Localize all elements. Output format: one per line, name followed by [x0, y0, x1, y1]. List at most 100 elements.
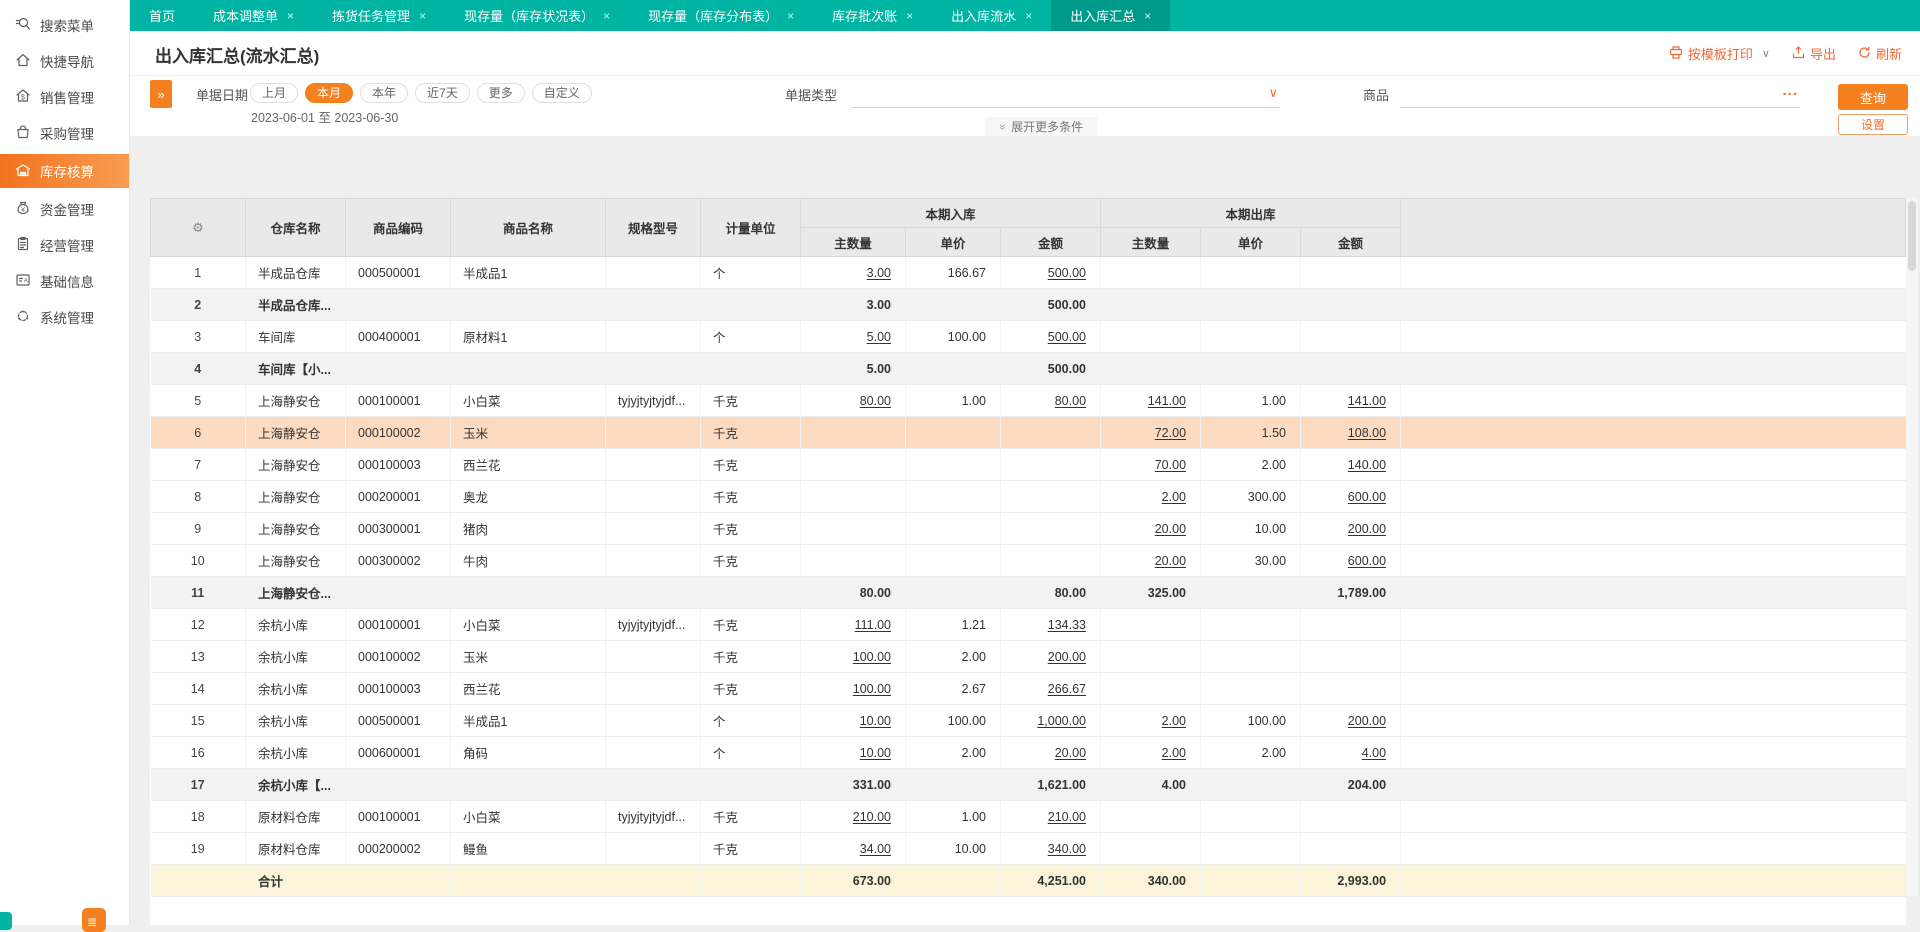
action-3[interactable]: 刷新 [1858, 44, 1902, 63]
cell-out-amt[interactable]: 141.00 [1301, 385, 1401, 417]
cell-in-qty[interactable]: 34.00 [801, 833, 906, 865]
col-unit[interactable]: 计量单位 [701, 199, 801, 257]
cell-out-amt[interactable]: 600.00 [1301, 481, 1401, 513]
col-in-price[interactable]: 单价 [906, 228, 1001, 257]
tab-close-icon[interactable]: × [1144, 9, 1151, 23]
cell-out-amt[interactable]: 600.00 [1301, 545, 1401, 577]
floating-teal-widget[interactable] [0, 912, 12, 930]
sidebar-item-8[interactable]: A基础信息 [0, 266, 129, 296]
table-row[interactable]: 10上海静安仓000300002牛肉千克20.0030.00600.00 [151, 545, 1906, 577]
sidebar-item-2[interactable]: 快捷导航 [0, 46, 129, 76]
table-row[interactable]: 合计673.004,251.00340.002,993.00 [151, 865, 1906, 897]
cell-out-qty[interactable]: 20.00 [1101, 545, 1201, 577]
expand-more-conditions[interactable]: » 展开更多条件 [985, 117, 1097, 136]
tab-close-icon[interactable]: × [906, 9, 913, 23]
tab-close-icon[interactable]: × [287, 9, 294, 23]
tab-7[interactable]: 出入库流水× [932, 0, 1051, 31]
tab-5[interactable]: 现存量（库存分布表）× [629, 0, 813, 31]
product-input[interactable]: ... [1400, 78, 1800, 108]
table-row[interactable]: 11上海静安仓...80.0080.00325.001,789.00 [151, 577, 1906, 609]
table-row[interactable]: 7上海静安仓000100003西兰花千克70.002.00140.00 [151, 449, 1906, 481]
cell-in-qty[interactable]: 3.00 [801, 257, 906, 289]
cell-in-amt[interactable]: 80.00 [1001, 385, 1101, 417]
cell-in-amt[interactable]: 1,000.00 [1001, 705, 1101, 737]
cell-in-qty[interactable]: 10.00 [801, 705, 906, 737]
cell-in-amt[interactable]: 500.00 [1001, 257, 1101, 289]
tab-8[interactable]: 出入库汇总× [1051, 0, 1170, 31]
tab-close-icon[interactable]: × [419, 9, 426, 23]
table-row[interactable]: 18原材料仓库000100001小白菜tyjyjtyjtyjdf...千克210… [151, 801, 1906, 833]
table-row[interactable]: 9上海静安仓000300001猪肉千克20.0010.00200.00 [151, 513, 1906, 545]
table-row[interactable]: 15余杭小库000500001半成品1个10.00100.001,000.002… [151, 705, 1906, 737]
table-row[interactable]: 19原材料仓库000200002鳗鱼千克34.0010.00340.00 [151, 833, 1906, 865]
table-row[interactable]: 14余杭小库000100003西兰花千克100.002.67266.67 [151, 673, 1906, 705]
sidebar-item-4[interactable]: 采购管理 [0, 118, 129, 148]
cell-in-amt[interactable]: 134.33 [1001, 609, 1101, 641]
date-pill[interactable]: 上月 [250, 83, 298, 103]
cell-out-amt[interactable]: 200.00 [1301, 705, 1401, 737]
cell-out-qty[interactable]: 2.00 [1101, 737, 1201, 769]
floating-orange-widget[interactable]: ≣ [82, 908, 106, 932]
tab-1[interactable]: 首页 [130, 0, 194, 31]
date-pill[interactable]: 本年 [360, 83, 408, 103]
tab-close-icon[interactable]: × [603, 9, 610, 23]
vertical-scrollbar[interactable] [1906, 198, 1918, 896]
action-2[interactable]: 导出 [1792, 44, 1836, 63]
tab-close-icon[interactable]: × [1025, 9, 1032, 23]
table-row[interactable]: 6上海静安仓000100002玉米千克72.001.50108.00 [151, 417, 1906, 449]
cell-in-amt[interactable]: 210.00 [1001, 801, 1101, 833]
col-out-qty[interactable]: 主数量 [1101, 228, 1201, 257]
tab-2[interactable]: 成本调整单× [194, 0, 313, 31]
date-pill[interactable]: 本月 [305, 83, 353, 103]
table-row[interactable]: 17余杭小库【...331.001,621.004.00204.00 [151, 769, 1906, 801]
sidebar-item-5[interactable]: 库存核算 [0, 154, 129, 188]
table-row[interactable]: 12余杭小库000100001小白菜tyjyjtyjtyjdf...千克111.… [151, 609, 1906, 641]
table-row[interactable]: 16余杭小库000600001角码个10.002.0020.002.002.00… [151, 737, 1906, 769]
scrollbar-thumb[interactable] [1908, 201, 1916, 271]
query-button[interactable]: 查询 [1838, 84, 1908, 110]
cell-in-amt[interactable]: 500.00 [1001, 321, 1101, 353]
cell-in-amt[interactable]: 20.00 [1001, 737, 1101, 769]
date-pill[interactable]: 更多 [477, 83, 525, 103]
table-row[interactable]: 4车间库【小...5.00500.00 [151, 353, 1906, 385]
cell-out-amt[interactable]: 108.00 [1301, 417, 1401, 449]
doc-type-input[interactable]: ∨ [852, 78, 1280, 108]
date-range-value[interactable]: 2023-06-01 至 2023-06-30 [251, 107, 398, 126]
action-1[interactable]: 按模板打印∨ [1669, 44, 1770, 63]
gear-icon[interactable]: ⚙ [192, 220, 204, 235]
cell-in-qty[interactable]: 80.00 [801, 385, 906, 417]
col-out-price[interactable]: 单价 [1201, 228, 1301, 257]
col-product-name[interactable]: 商品名称 [451, 199, 606, 257]
chevron-down-icon[interactable]: ∨ [1762, 47, 1770, 60]
sidebar-item-7[interactable]: 经营管理 [0, 230, 129, 260]
cell-in-qty[interactable]: 210.00 [801, 801, 906, 833]
col-spec[interactable]: 规格型号 [606, 199, 701, 257]
col-warehouse[interactable]: 仓库名称 [246, 199, 346, 257]
sidebar-item-1[interactable]: 搜索菜单 [0, 10, 129, 40]
cell-in-qty[interactable]: 100.00 [801, 641, 906, 673]
sidebar-item-9[interactable]: 系统管理 [0, 302, 129, 332]
cell-out-qty[interactable]: 72.00 [1101, 417, 1201, 449]
sidebar-item-6[interactable]: ¥资金管理 [0, 194, 129, 224]
cell-in-amt[interactable]: 266.67 [1001, 673, 1101, 705]
cell-out-amt[interactable]: 140.00 [1301, 449, 1401, 481]
cell-out-qty[interactable]: 20.00 [1101, 513, 1201, 545]
tab-4[interactable]: 现存量（库存状况表）× [445, 0, 629, 31]
date-pill[interactable]: 近7天 [415, 83, 470, 103]
chevron-down-icon[interactable]: ∨ [1268, 85, 1278, 101]
cell-in-qty[interactable]: 111.00 [801, 609, 906, 641]
cell-out-qty[interactable]: 70.00 [1101, 449, 1201, 481]
table-row[interactable]: 3车间库000400001原材料1个5.00100.00500.00 [151, 321, 1906, 353]
tab-6[interactable]: 库存批次账× [813, 0, 932, 31]
cell-out-amt[interactable]: 200.00 [1301, 513, 1401, 545]
cell-out-qty[interactable]: 2.00 [1101, 481, 1201, 513]
collapse-filters-button[interactable]: » [150, 80, 172, 108]
table-row[interactable]: 2半成品仓库...3.00500.00 [151, 289, 1906, 321]
cell-in-qty[interactable]: 100.00 [801, 673, 906, 705]
cell-in-qty[interactable]: 5.00 [801, 321, 906, 353]
col-in-amount[interactable]: 金额 [1001, 228, 1101, 257]
cell-in-amt[interactable]: 340.00 [1001, 833, 1101, 865]
col-in-qty[interactable]: 主数量 [801, 228, 906, 257]
table-row[interactable]: 5上海静安仓000100001小白菜tyjyjtyjtyjdf...千克80.0… [151, 385, 1906, 417]
ellipsis-picker-icon[interactable]: ... [1782, 82, 1798, 99]
